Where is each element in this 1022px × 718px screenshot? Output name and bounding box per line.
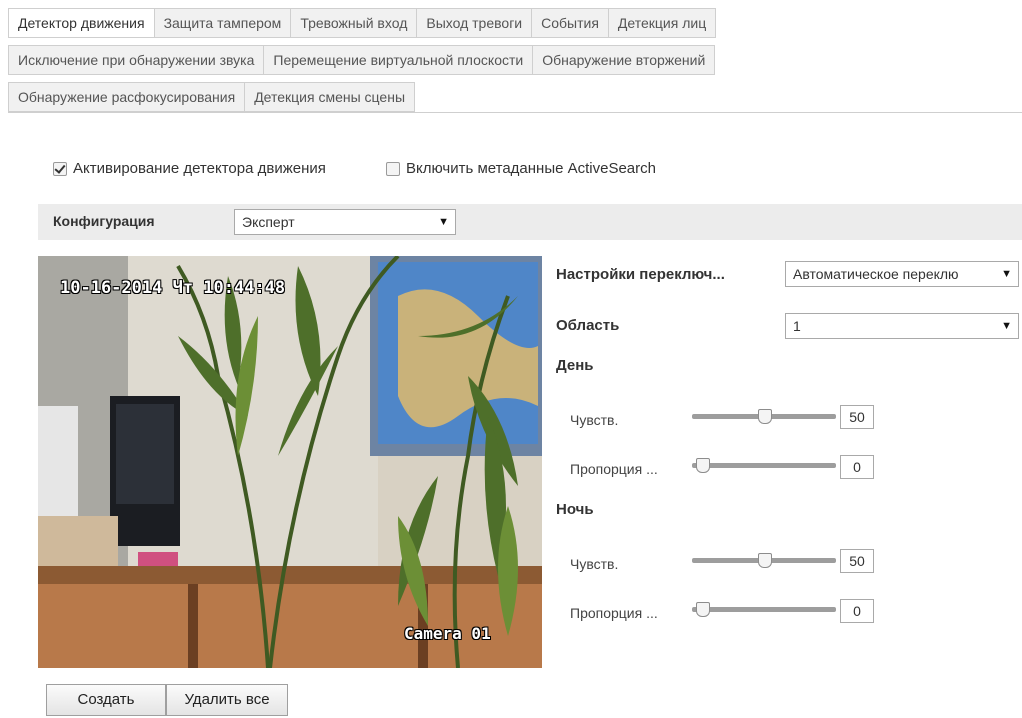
tab-line-crossing[interactable]: Перемещение виртуальной плоскости xyxy=(263,45,533,75)
configuration-select[interactable]: Эксперт ▼ xyxy=(234,209,456,235)
area-select[interactable]: 1 ▼ xyxy=(785,313,1019,339)
enable-motion-option[interactable]: Активирование детектора движения xyxy=(53,160,326,177)
tab-row-2: Исключение при обнаружении звука Перемещ… xyxy=(8,45,716,75)
night-sensitivity-slider[interactable] xyxy=(692,552,836,570)
camera-scene-image xyxy=(38,256,542,668)
switch-settings-select[interactable]: Автоматическое переклю ▼ xyxy=(785,261,1019,287)
tab-face-detection[interactable]: Детекция лиц xyxy=(607,8,717,38)
day-sensitivity-slider[interactable] xyxy=(692,408,836,426)
day-proportion-label: Пропорция ... xyxy=(570,461,658,477)
tab-audio-exception[interactable]: Исключение при обнаружении звука xyxy=(8,45,264,75)
tab-defocus-detection[interactable]: Обнаружение расфокусирования xyxy=(8,82,245,112)
tab-alarm-output[interactable]: Выход тревоги xyxy=(416,8,532,38)
slider-track xyxy=(692,463,836,468)
night-proportion-label: Пропорция ... xyxy=(570,605,658,621)
tab-events[interactable]: События xyxy=(531,8,608,38)
day-sensitivity-value[interactable]: 50 xyxy=(840,405,874,429)
enable-motion-label: Активирование детектора движения xyxy=(73,160,326,177)
tab-intrusion-detection[interactable]: Обнаружение вторжений xyxy=(532,45,716,75)
switch-settings-label: Настройки переключ... xyxy=(556,266,725,283)
configuration-label: Конфигурация xyxy=(53,213,155,229)
night-sensitivity-label: Чувств. xyxy=(570,556,619,572)
delete-all-button[interactable]: Удалить все xyxy=(166,684,288,716)
tab-alarm-input[interactable]: Тревожный вход xyxy=(290,8,417,38)
tab-row-3: Обнаружение расфокусирования Детекция см… xyxy=(8,82,416,112)
tab-row-1: Детектор движения Защита тампером Тревож… xyxy=(8,8,717,38)
night-sensitivity-value[interactable]: 50 xyxy=(840,549,874,573)
enable-motion-checkbox[interactable] xyxy=(53,161,67,176)
switch-settings-value: Автоматическое переклю xyxy=(793,266,959,282)
enable-activesearch-option[interactable]: Включить метаданные ActiveSearch xyxy=(386,160,656,177)
night-section-title: Ночь xyxy=(556,501,594,518)
video-preview[interactable]: 10-16-2014 Чт 10:44:48 Camera 01 xyxy=(38,256,542,668)
night-proportion-value[interactable]: 0 xyxy=(840,599,874,623)
tab-motion-detection[interactable]: Детектор движения xyxy=(8,8,154,38)
configuration-bar: Конфигурация Эксперт ▼ xyxy=(38,204,1022,240)
day-proportion-slider[interactable] xyxy=(692,457,836,475)
tab-tamper-protection[interactable]: Защита тампером xyxy=(153,8,291,38)
camera-name-label: Camera 01 xyxy=(404,624,491,643)
configuration-value: Эксперт xyxy=(242,214,295,230)
enable-activesearch-label: Включить метаданные ActiveSearch xyxy=(406,160,656,177)
enable-activesearch-checkbox[interactable] xyxy=(386,161,400,176)
day-proportion-value[interactable]: 0 xyxy=(840,455,874,479)
dropdown-arrow-icon: ▼ xyxy=(1001,268,1012,280)
slider-thumb[interactable] xyxy=(696,458,710,473)
slider-thumb[interactable] xyxy=(758,409,772,424)
slider-thumb[interactable] xyxy=(758,553,772,568)
day-section-title: День xyxy=(556,357,594,374)
video-timestamp: 10-16-2014 Чт 10:44:48 xyxy=(60,278,286,298)
tab-divider xyxy=(8,112,1022,113)
dropdown-arrow-icon: ▼ xyxy=(1001,320,1012,332)
area-value: 1 xyxy=(793,318,801,334)
day-sensitivity-label: Чувств. xyxy=(570,412,619,428)
area-label: Область xyxy=(556,317,620,334)
tab-scene-change[interactable]: Детекция смены сцены xyxy=(244,82,416,112)
night-proportion-slider[interactable] xyxy=(692,601,836,619)
dropdown-arrow-icon: ▼ xyxy=(438,216,449,228)
create-button[interactable]: Создать xyxy=(46,684,166,716)
slider-thumb[interactable] xyxy=(696,602,710,617)
slider-track xyxy=(692,607,836,612)
